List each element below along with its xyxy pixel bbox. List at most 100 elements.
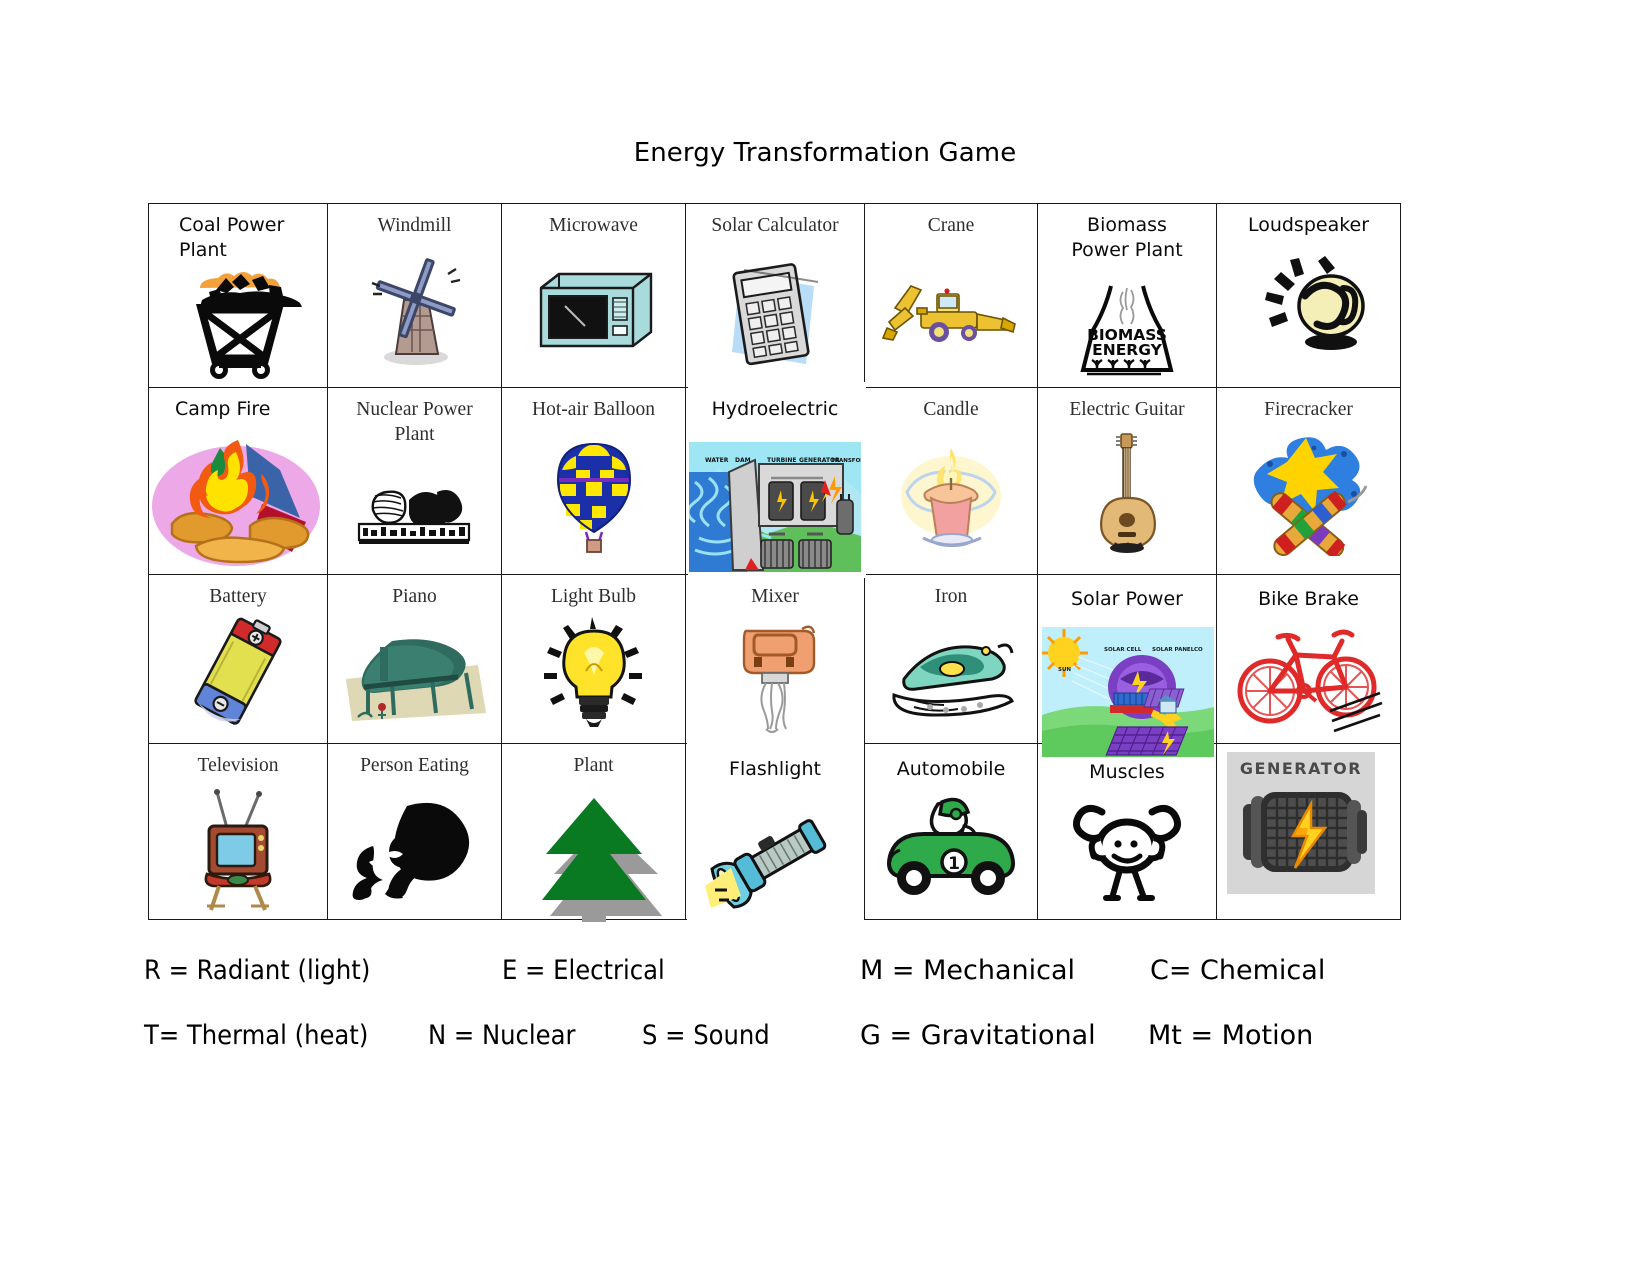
cell-label: Flashlight: [729, 758, 821, 780]
candle-icon: [901, 448, 1001, 547]
campfire-icon: [152, 440, 320, 566]
flexing-muscles-icon: [1073, 805, 1181, 901]
cell-windmill[interactable]: Windmill: [327, 203, 502, 388]
legend-mechanical: M = Mechanical: [860, 955, 1075, 986]
generator-photo: GENERATOR: [1227, 752, 1375, 894]
nuclear-plant-icon: [357, 490, 470, 544]
flashlight-icon: [705, 819, 827, 909]
cell-piano[interactable]: Piano: [327, 574, 502, 744]
cell-label: Plant: [573, 755, 614, 776]
bicycle-icon: [1237, 629, 1382, 733]
cell-nuclear-power-plant[interactable]: Nuclear Power Plant: [327, 387, 502, 575]
cell-label: Microwave: [549, 215, 638, 236]
evergreen-tree-icon: [541, 798, 662, 922]
legend-radiant: R = Radiant (light): [144, 955, 371, 986]
cell-plant[interactable]: Plant: [501, 743, 686, 922]
cell-generator[interactable]: GENERATOR: [1216, 743, 1401, 920]
cell-label: Television: [197, 755, 279, 776]
light-bulb-icon: [543, 617, 642, 727]
cell-label: Hydroelectric: [711, 398, 839, 420]
energy-transformation-table: Coal Power Plant Windmill Microwave Sola…: [148, 203, 1401, 922]
cell-light-bulb[interactable]: Light Bulb: [501, 574, 686, 744]
cell-label: Firecracker: [1264, 399, 1353, 420]
svg-text:SOLAR PANEL: SOLAR PANEL: [1152, 647, 1195, 653]
cell-label: Piano: [392, 586, 437, 607]
crane-icon: [881, 285, 1016, 342]
cell-label: Windmill: [377, 215, 452, 236]
windmill-icon: [371, 258, 460, 365]
cell-firecracker[interactable]: Firecracker: [1216, 387, 1401, 575]
biomass-energy-icon: BIOMASS ENERGY: [1080, 285, 1174, 376]
svg-text:ENERGY: ENERGY: [1092, 341, 1162, 359]
cell-microwave[interactable]: Microwave: [501, 203, 686, 388]
cell-battery[interactable]: Battery: [148, 574, 328, 744]
cell-biomass-power-plant[interactable]: Biomass Power Plant BIOMASS ENERGY: [1037, 203, 1217, 388]
svg-text:TRANSFORMER: TRANSFORMER: [831, 458, 861, 464]
legend-gravitational: G = Gravitational: [860, 1020, 1096, 1051]
cell-hot-air-balloon[interactable]: Hot-air Balloon: [501, 387, 686, 575]
cell-crane[interactable]: Crane: [864, 203, 1038, 388]
microwave-icon: [539, 272, 652, 348]
worksheet-page: Energy Transformation Game Coal Power Pl…: [0, 0, 1650, 1275]
legend-nuclear: N = Nuclear: [428, 1020, 576, 1051]
guitar-icon: [1100, 433, 1156, 553]
hydroelectric-diagram-icon: WATER DAM TURBINE GENERATOR TRANSFORMER: [689, 442, 861, 572]
cell-label: Hot-air Balloon: [532, 399, 655, 420]
cell-label: Coal Power Plant: [179, 214, 285, 261]
hot-air-balloon-icon: [556, 442, 631, 553]
cell-person-eating[interactable]: Person Eating: [327, 743, 502, 920]
cell-candle[interactable]: Candle: [864, 387, 1038, 575]
cell-automobile[interactable]: Automobile 1: [864, 743, 1038, 920]
cell-bike-brake[interactable]: Bike Brake: [1216, 574, 1401, 744]
cell-label: Mixer: [751, 586, 799, 607]
cell-solar-calculator[interactable]: Solar Calculator: [685, 203, 865, 388]
cell-label: Automobile: [896, 758, 1006, 780]
cell-muscles[interactable]: Muscles: [1037, 743, 1217, 920]
svg-text:SUN: SUN: [1058, 667, 1071, 673]
legend-sound: S = Sound: [642, 1020, 770, 1051]
person-eating-icon: [352, 802, 469, 900]
legend-line-2: T= Thermal (heat) N = Nuclear S = Sound …: [140, 1020, 1400, 1085]
loudspeaker-icon: [1264, 256, 1365, 350]
cell-label: Battery: [209, 586, 267, 607]
firecracker-icon: [1253, 437, 1367, 556]
cell-label: Biomass Power Plant: [1071, 214, 1183, 261]
page-title: Energy Transformation Game: [633, 138, 1017, 168]
cell-flashlight[interactable]: Flashlight: [685, 741, 865, 921]
cell-label: Loudspeaker: [1247, 214, 1370, 236]
cell-label: Solar Power: [1071, 588, 1183, 610]
cell-camp-fire[interactable]: Camp Fire: [148, 387, 328, 575]
table-row: Camp Fire Nuclear Power Plant Hot-air Ba…: [148, 382, 1401, 578]
svg-text:DAM: DAM: [735, 457, 751, 464]
legend-electrical: E = Electrical: [502, 955, 665, 986]
coal-cart-icon: [196, 272, 302, 379]
legend-line-1: R = Radiant (light) E = Electrical M = M…: [140, 955, 1400, 1020]
solar-calculator-icon: [732, 263, 819, 366]
cell-loudspeaker[interactable]: Loudspeaker: [1216, 203, 1401, 388]
cell-label: Candle: [923, 399, 979, 420]
cell-iron[interactable]: Iron: [864, 574, 1038, 744]
svg-text:CO: CO: [1194, 647, 1203, 653]
generator-icon: GENERATOR: [1227, 752, 1375, 894]
svg-text:TURBINE: TURBINE: [767, 457, 797, 464]
solar-power-photo: SUN SOLAR CELL SOLAR PANEL CO: [1040, 627, 1214, 757]
cell-electric-guitar[interactable]: Electric Guitar: [1037, 387, 1217, 575]
cell-solar-power[interactable]: Solar Power SUN SOLAR CELL SOLAR PANEL C…: [1037, 574, 1217, 757]
svg-text:1: 1: [948, 854, 960, 874]
cell-mixer[interactable]: Mixer: [685, 574, 865, 744]
television-icon: [204, 789, 272, 911]
legend-motion: Mt = Motion: [1148, 1020, 1314, 1051]
energy-type-legend: R = Radiant (light) E = Electrical M = M…: [140, 955, 1400, 1085]
cell-label: Crane: [927, 215, 975, 236]
cell-coal-power-plant[interactable]: Coal Power Plant: [148, 203, 328, 388]
cell-label: Nuclear Power Plant: [356, 399, 473, 446]
piano-icon: [345, 639, 486, 721]
cell-television[interactable]: Television: [148, 743, 328, 920]
cell-label: Person Eating: [360, 755, 469, 776]
solar-power-diagram-icon: SUN SOLAR CELL SOLAR PANEL CO: [1040, 627, 1214, 757]
legend-thermal: T= Thermal (heat): [144, 1020, 369, 1051]
cell-label: Camp Fire: [175, 398, 271, 420]
cell-hydroelectric[interactable]: Hydroelectric WATER DAM TURBINE GENERATO…: [685, 382, 866, 578]
cell-label: Solar Calculator: [711, 215, 839, 236]
svg-text:GENERATOR: GENERATOR: [1240, 759, 1362, 778]
